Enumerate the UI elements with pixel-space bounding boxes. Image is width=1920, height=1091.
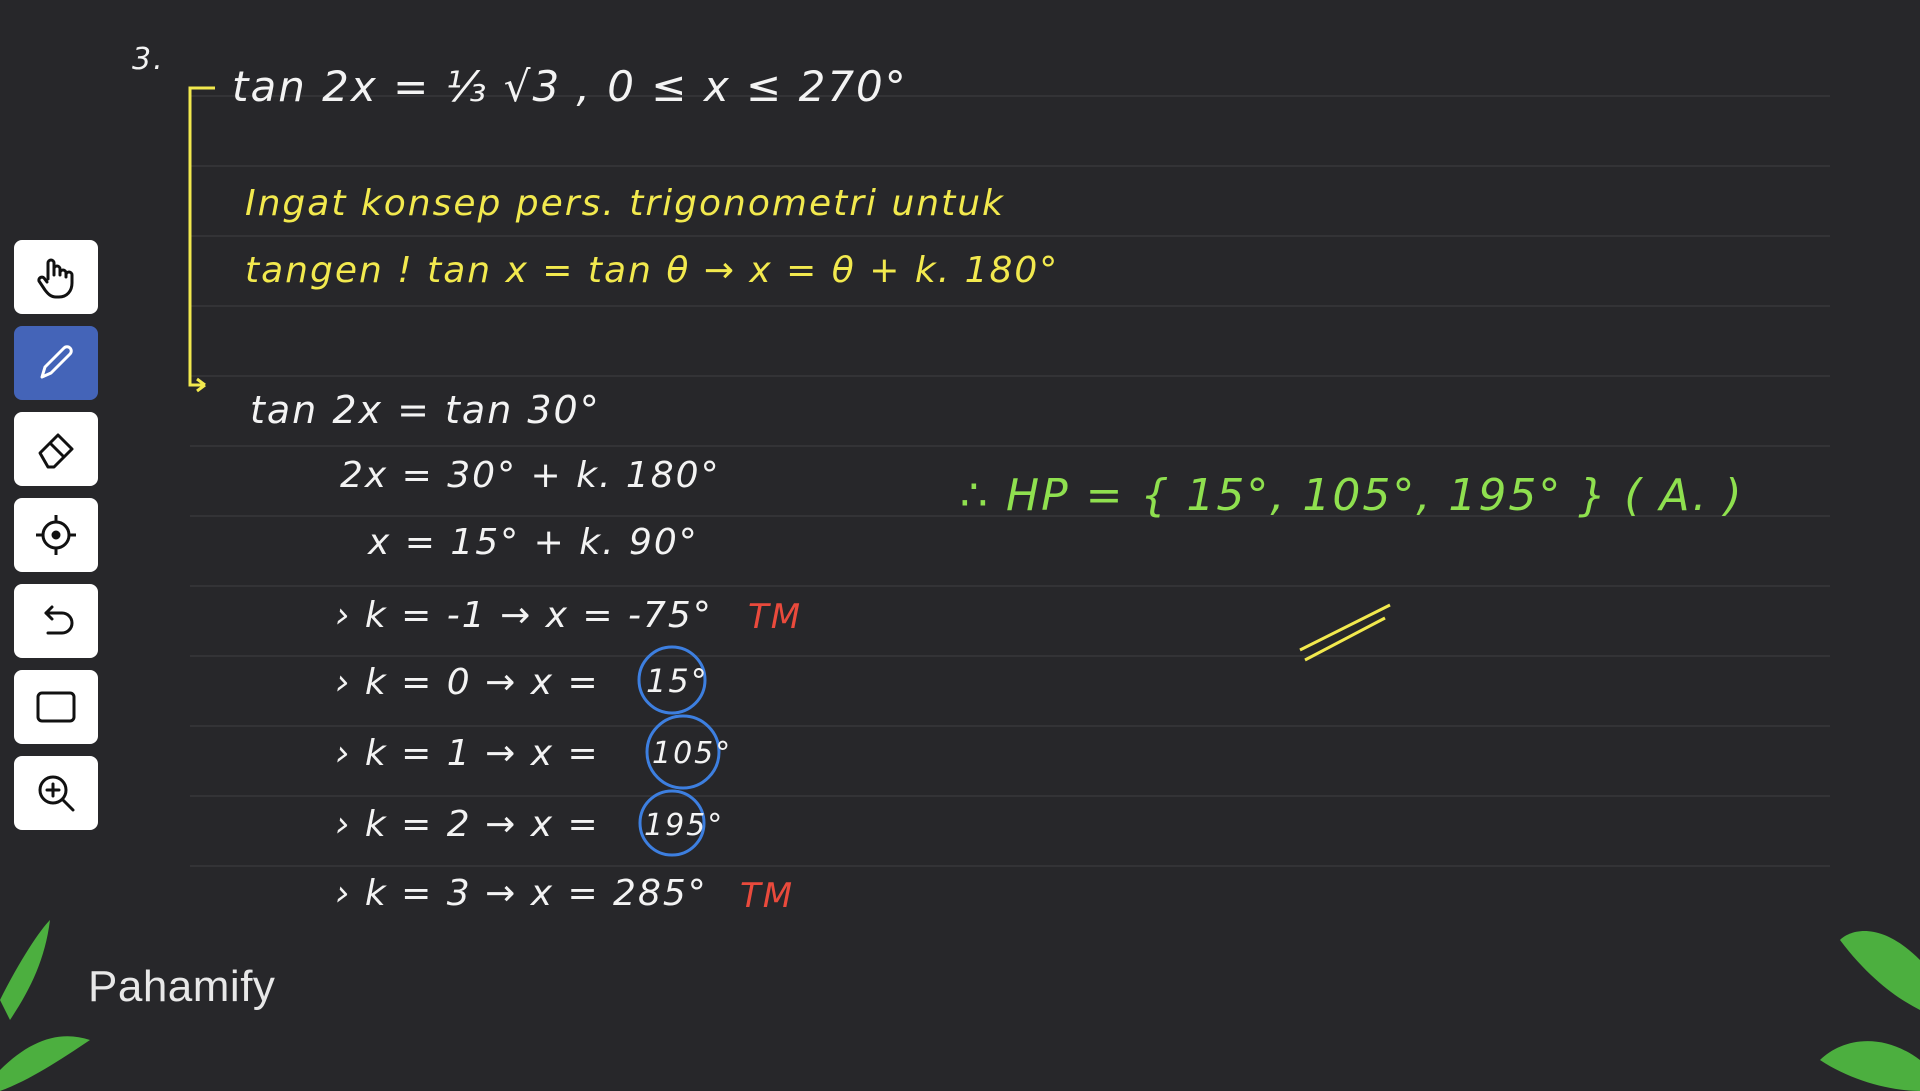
bracket-stroke [188, 86, 215, 387]
case-k0-value: 15° [646, 662, 709, 700]
case-k1-value: 105° [652, 736, 733, 771]
step-2: 2x = 30° + k. 180° [340, 455, 721, 496]
problem-equation: tan 2x = ⅓ √3 , 0 ≤ x ≤ 270° [232, 62, 908, 111]
case-k2-value: 195° [644, 808, 725, 843]
check-scribble [1299, 603, 1391, 662]
final-answer: ∴ HP = { 15°, 105°, 195° } ( A. ) [960, 470, 1744, 521]
case-k1: › k = 1 → x = [335, 733, 600, 774]
leaf-left [0, 920, 90, 1091]
step-3: x = 15° + k. 90° [368, 522, 699, 563]
step-1: tan 2x = tan 30° [250, 388, 601, 432]
case-k0: › k = 0 → x = [335, 662, 600, 703]
leaf-right [1820, 931, 1920, 1091]
case-k2: › k = 2 → x = [335, 804, 600, 845]
case-k3: › k = 3 → x = 285° [335, 873, 708, 914]
case-k3-tag: TM [740, 876, 795, 916]
brand-logo: Pahamify [88, 962, 276, 1011]
hint-line-2: tangen ! tan x = tan θ → x = θ + k. 180° [245, 250, 1060, 291]
problem-number: 3. [132, 42, 165, 77]
case-k-minus1: › k = -1 → x = -75° [335, 595, 713, 636]
hint-line-1: Ingat konsep pers. trigonometri untuk [245, 183, 1005, 224]
case-k-minus1-tag: TM [748, 597, 803, 637]
ink-strokes [0, 86, 1920, 1091]
